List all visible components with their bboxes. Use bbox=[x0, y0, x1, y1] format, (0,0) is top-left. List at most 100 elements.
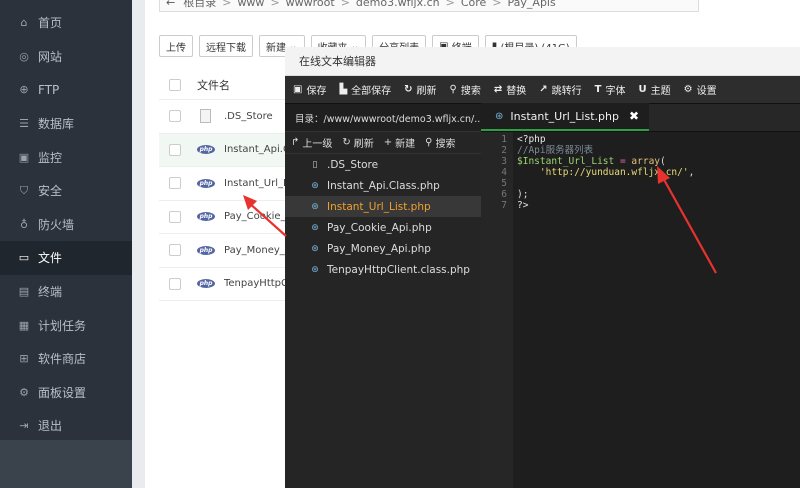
line-number: 2 bbox=[501, 145, 507, 156]
breadcrumb-item[interactable]: www bbox=[237, 0, 264, 9]
sidebar-item-monitor[interactable]: ▣ 监控 bbox=[0, 140, 132, 174]
row-checkbox[interactable] bbox=[169, 210, 181, 223]
theme-label: 主题 bbox=[650, 86, 671, 97]
font-icon: T bbox=[594, 84, 602, 95]
plus-icon: + bbox=[383, 137, 393, 148]
php-file-icon: ⊛ bbox=[495, 110, 504, 122]
row-checkbox[interactable] bbox=[169, 110, 181, 123]
php-file-icon: ⊛ bbox=[311, 180, 319, 191]
sidebar-item-website[interactable]: ◎ 网站 bbox=[0, 40, 132, 74]
breadcrumb-item[interactable]: 根目录 bbox=[183, 0, 216, 10]
sidebar-item-label: 防火墙 bbox=[38, 217, 75, 232]
breadcrumb-item[interactable]: Pay_Apis bbox=[508, 0, 556, 9]
theme-button[interactable]: U 主题 bbox=[638, 82, 670, 97]
parent-dir-button[interactable]: ↱ 上一级 bbox=[291, 135, 332, 150]
settings-button[interactable]: ⚙ 设置 bbox=[684, 82, 717, 97]
breadcrumb-item[interactable]: demo3.wfljx.cn bbox=[356, 0, 440, 9]
sidebar-item-store[interactable]: ⊞ 软件商店 bbox=[0, 342, 132, 376]
goto-line-button[interactable]: ↗ 跳转行 bbox=[539, 82, 581, 97]
code-area[interactable]: 1 2 3 4 5 6 7 <?php //Api服务器列表 $Instant_… bbox=[481, 132, 800, 488]
editor-file-item[interactable]: ▯ .DS_Store bbox=[285, 154, 481, 175]
tree-new-button[interactable]: + 新建 bbox=[384, 135, 415, 150]
row-checkbox[interactable] bbox=[169, 244, 181, 257]
search-button[interactable]: ⚲ 搜索 bbox=[450, 82, 481, 97]
theme-icon: U bbox=[638, 84, 647, 95]
sidebar-item-firewall[interactable]: ♁ 防火墙 bbox=[0, 208, 132, 242]
editor-file-list: ▯ .DS_Store ⊛ Instant_Api.Class.php ⊛ Insta… bbox=[285, 154, 481, 280]
font-button[interactable]: T 字体 bbox=[595, 82, 626, 97]
breadcrumb-separator-icon: > bbox=[222, 0, 232, 9]
editor-file-name: Instant_Api.Class.php bbox=[327, 179, 440, 192]
shield-icon: ⛉ bbox=[19, 183, 29, 197]
back-arrow-icon[interactable]: ← bbox=[166, 0, 175, 9]
sidebar-item-home[interactable]: ⌂ 首页 bbox=[0, 6, 132, 40]
php-file-icon: ⊛ bbox=[311, 222, 319, 233]
editor-tab-active[interactable]: ⊛ Instant_Url_List.php ✖ bbox=[481, 103, 650, 131]
settings-label: 设置 bbox=[696, 86, 717, 97]
content-gutter bbox=[132, 0, 145, 488]
close-icon[interactable]: ✖ bbox=[629, 109, 639, 123]
code-lines[interactable]: <?php //Api服务器列表 $Instant_Url_List = arr… bbox=[517, 134, 800, 211]
sidebar-item-settings[interactable]: ⚙ 面板设置 bbox=[0, 376, 132, 410]
editor-file-item[interactable]: ⊛ Pay_Money_Api.php bbox=[285, 238, 481, 259]
tree-search-label: 搜索 bbox=[435, 139, 456, 150]
sidebar-item-terminal[interactable]: ▤ 终端 bbox=[0, 275, 132, 309]
breadcrumb-separator-icon: > bbox=[492, 0, 502, 9]
row-checkbox[interactable] bbox=[169, 277, 181, 290]
new-dropdown-label: 新建 bbox=[266, 42, 286, 54]
save-all-button[interactable]: ▙ 全部保存 bbox=[339, 82, 391, 97]
sidebar-item-files[interactable]: ▭ 文件 bbox=[0, 241, 132, 275]
php-file-icon: php bbox=[197, 245, 215, 255]
breadcrumb[interactable]: ← 根目录 > www > wwwroot > demo3.wfljx.cn > Cor… bbox=[159, 0, 699, 12]
php-file-icon: ⊛ bbox=[311, 264, 319, 275]
code-token-string: 'http://yunduan.wfljx.cn/' bbox=[517, 167, 689, 178]
upload-button[interactable]: 上传 bbox=[159, 35, 193, 57]
file-name[interactable]: Pay_Money_Api.php bbox=[224, 245, 286, 256]
select-all-checkbox[interactable] bbox=[169, 78, 181, 91]
line-number: 6 bbox=[501, 189, 507, 200]
editor-file-item[interactable]: ⊛ Pay_Cookie_Api.php bbox=[285, 217, 481, 238]
sidebar-item-cron[interactable]: ▦ 计划任务 bbox=[0, 308, 132, 342]
row-checkbox[interactable] bbox=[169, 177, 181, 190]
goto-line-icon: ↗ bbox=[539, 84, 548, 95]
line-number-gutter: 1 2 3 4 5 6 7 bbox=[481, 132, 513, 488]
line-number: 4 bbox=[501, 167, 507, 178]
php-file-icon: ⊛ bbox=[311, 243, 319, 254]
refresh-icon: ↻ bbox=[404, 84, 413, 95]
code-token-close: ); bbox=[517, 189, 529, 200]
tree-refresh-button[interactable]: ↻ 刷新 bbox=[342, 135, 373, 150]
file-name[interactable]: TenpayHttpClient.class.php bbox=[224, 278, 286, 289]
save-button[interactable]: ▣ 保存 bbox=[293, 82, 326, 97]
grid-icon: ⊞ bbox=[19, 352, 29, 366]
sidebar-item-logout[interactable]: ⇥ 退出 bbox=[0, 409, 132, 443]
column-header-filename[interactable]: 文件名 bbox=[197, 77, 230, 93]
editor-file-item[interactable]: ⊛ Instant_Api.Class.php bbox=[285, 175, 481, 196]
code-token-function: array bbox=[631, 156, 661, 167]
monitor-icon: ▣ bbox=[18, 150, 30, 164]
sidebar-item-label: 软件商店 bbox=[38, 352, 87, 367]
line-number: 5 bbox=[501, 178, 507, 189]
breadcrumb-item[interactable]: Core bbox=[461, 0, 486, 9]
editor-file-item[interactable]: ⊛ TenpayHttpClient.class.php bbox=[285, 259, 481, 280]
code-token-comment: //Api服务器列表 bbox=[517, 145, 594, 156]
sidebar-item-ftp[interactable]: ⊕ FTP bbox=[0, 73, 132, 107]
row-checkbox[interactable] bbox=[169, 143, 181, 156]
file-name[interactable]: .DS_Store bbox=[224, 111, 286, 122]
sidebar-item-label: 网站 bbox=[38, 49, 63, 64]
breadcrumb-item[interactable]: wwwroot bbox=[286, 0, 335, 9]
sidebar-item-security[interactable]: ⛉ 安全 bbox=[0, 174, 132, 208]
editor-main: ⊛ Instant_Url_List.php ✖ 1 2 3 4 5 6 7 <… bbox=[481, 103, 800, 488]
file-name[interactable]: Pay_Cookie_Api.php bbox=[224, 211, 286, 222]
file-name[interactable]: Instant_Url_List.php bbox=[224, 178, 286, 189]
breadcrumb-separator-icon: > bbox=[340, 0, 350, 9]
editor-file-item-selected[interactable]: ⊛ Instant_Url_List.php bbox=[285, 196, 481, 217]
line-number: 1 bbox=[501, 134, 507, 145]
refresh-button[interactable]: ↻ 刷新 bbox=[404, 82, 436, 97]
editor-file-name: Instant_Url_List.php bbox=[327, 200, 431, 213]
save-all-icon: ▙ bbox=[339, 84, 348, 95]
sidebar-item-database[interactable]: ☰ 数据库 bbox=[0, 107, 132, 141]
replace-button[interactable]: ⇄ 替换 bbox=[494, 82, 526, 97]
tree-search-button[interactable]: ⚲ 搜索 bbox=[425, 135, 455, 150]
remote-download-button[interactable]: 远程下载 bbox=[199, 35, 253, 57]
file-name[interactable]: Instant_Api.Class.php bbox=[224, 144, 286, 155]
